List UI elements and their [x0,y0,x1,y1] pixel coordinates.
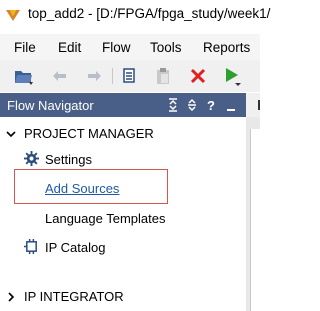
gear-icon [24,151,39,169]
nav-item-language-templates[interactable]: Language Templates [45,211,165,226]
toolbar [0,60,260,92]
ip-catalog-icon [24,239,39,257]
menu-edit[interactable]: Edit [58,40,81,55]
vivado-app-icon [5,7,21,23]
menu-flow[interactable]: Flow [102,40,131,55]
minimize-icon[interactable] [224,97,238,113]
copy-icon[interactable] [119,66,139,86]
expand-all-icon[interactable] [185,97,199,113]
redo-icon[interactable] [84,66,104,86]
adjacent-panel-edge [246,93,261,311]
chevron-right-icon[interactable] [5,290,17,302]
menu-file[interactable]: File [14,40,36,55]
open-folder-icon[interactable] [14,66,34,86]
toolbar-separator [112,68,113,84]
nav-item-settings[interactable]: Settings [45,152,92,167]
collapse-all-icon[interactable] [166,97,180,113]
adjacent-panel-content [250,129,261,311]
menu-bar: File Edit Flow Tools Reports [0,34,260,60]
menu-tools[interactable]: Tools [150,40,182,55]
window-title: top_add2 - [D:/FPGA/fpga_study/week1/ [28,6,271,21]
section-project-manager[interactable]: PROJECT MANAGER [24,126,154,141]
paste-icon[interactable] [153,66,173,86]
flow-navigator-title: Flow Navigator [7,98,94,113]
nav-item-add-sources[interactable]: Add Sources [45,181,119,196]
nav-item-ip-catalog[interactable]: IP Catalog [45,240,105,255]
window-titlebar: top_add2 - [D:/FPGA/fpga_study/week1/ [0,0,270,34]
undo-icon[interactable] [50,66,70,86]
flow-navigator-header: Flow Navigator ? [0,93,246,117]
chevron-down-icon[interactable] [5,127,17,139]
close-x-icon[interactable] [188,66,208,86]
run-icon[interactable] [222,66,242,86]
adjacent-panel-header [246,93,260,117]
section-ip-integrator[interactable]: IP INTEGRATOR [24,289,124,304]
help-icon[interactable]: ? [204,97,218,113]
menu-reports[interactable]: Reports [203,40,250,55]
adjacent-panel-tab-mark [258,100,260,110]
